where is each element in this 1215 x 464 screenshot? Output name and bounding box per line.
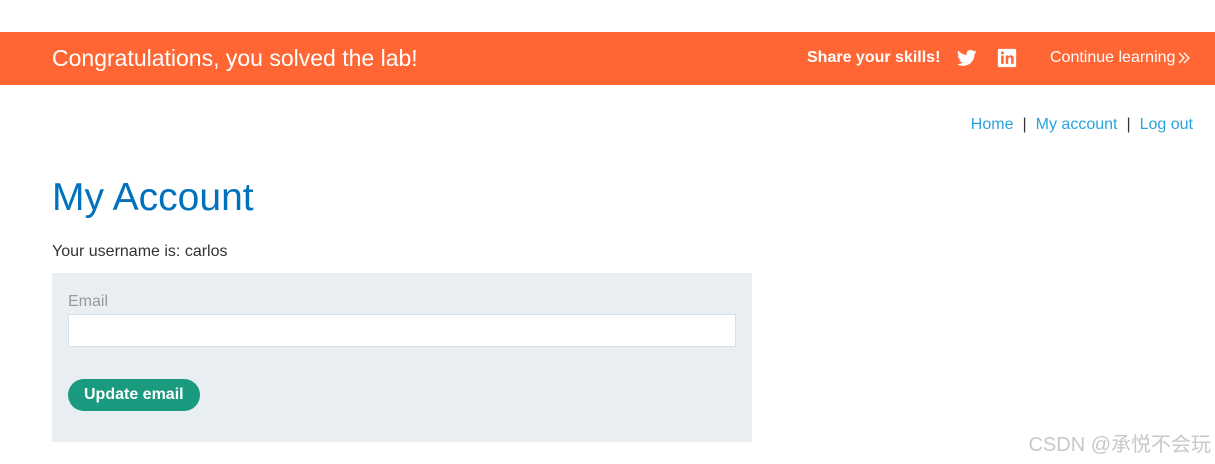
- nav-log-out-link[interactable]: Log out: [1140, 116, 1193, 133]
- continue-learning-label: Continue learning: [1050, 49, 1176, 66]
- nav-my-account-link[interactable]: My account: [1036, 116, 1118, 133]
- linkedin-icon[interactable]: [997, 48, 1017, 68]
- username-text: Your username is: carlos: [52, 243, 228, 260]
- change-email-form: Email Update email: [52, 273, 752, 442]
- email-label: Email: [68, 293, 109, 310]
- lab-solved-banner: Congratulations, you solved the lab! Sha…: [0, 32, 1215, 85]
- double-chevron-right-icon: [1178, 52, 1191, 64]
- nav-home-link[interactable]: Home: [971, 116, 1014, 133]
- email-input[interactable]: [68, 314, 736, 347]
- update-email-button[interactable]: Update email: [68, 379, 200, 411]
- twitter-icon[interactable]: [957, 48, 977, 68]
- share-skills-label: Share your skills!: [807, 49, 941, 66]
- watermark-text: CSDN @承悦不会玩: [1028, 434, 1211, 456]
- nav-separator: |: [1126, 116, 1131, 133]
- top-navigation: Home | My account | Log out: [971, 115, 1193, 135]
- banner-message: Congratulations, you solved the lab!: [52, 45, 418, 71]
- page-title: My Account: [52, 176, 254, 219]
- continue-learning-link[interactable]: Continue learning: [1050, 48, 1191, 68]
- nav-separator: |: [1022, 116, 1027, 133]
